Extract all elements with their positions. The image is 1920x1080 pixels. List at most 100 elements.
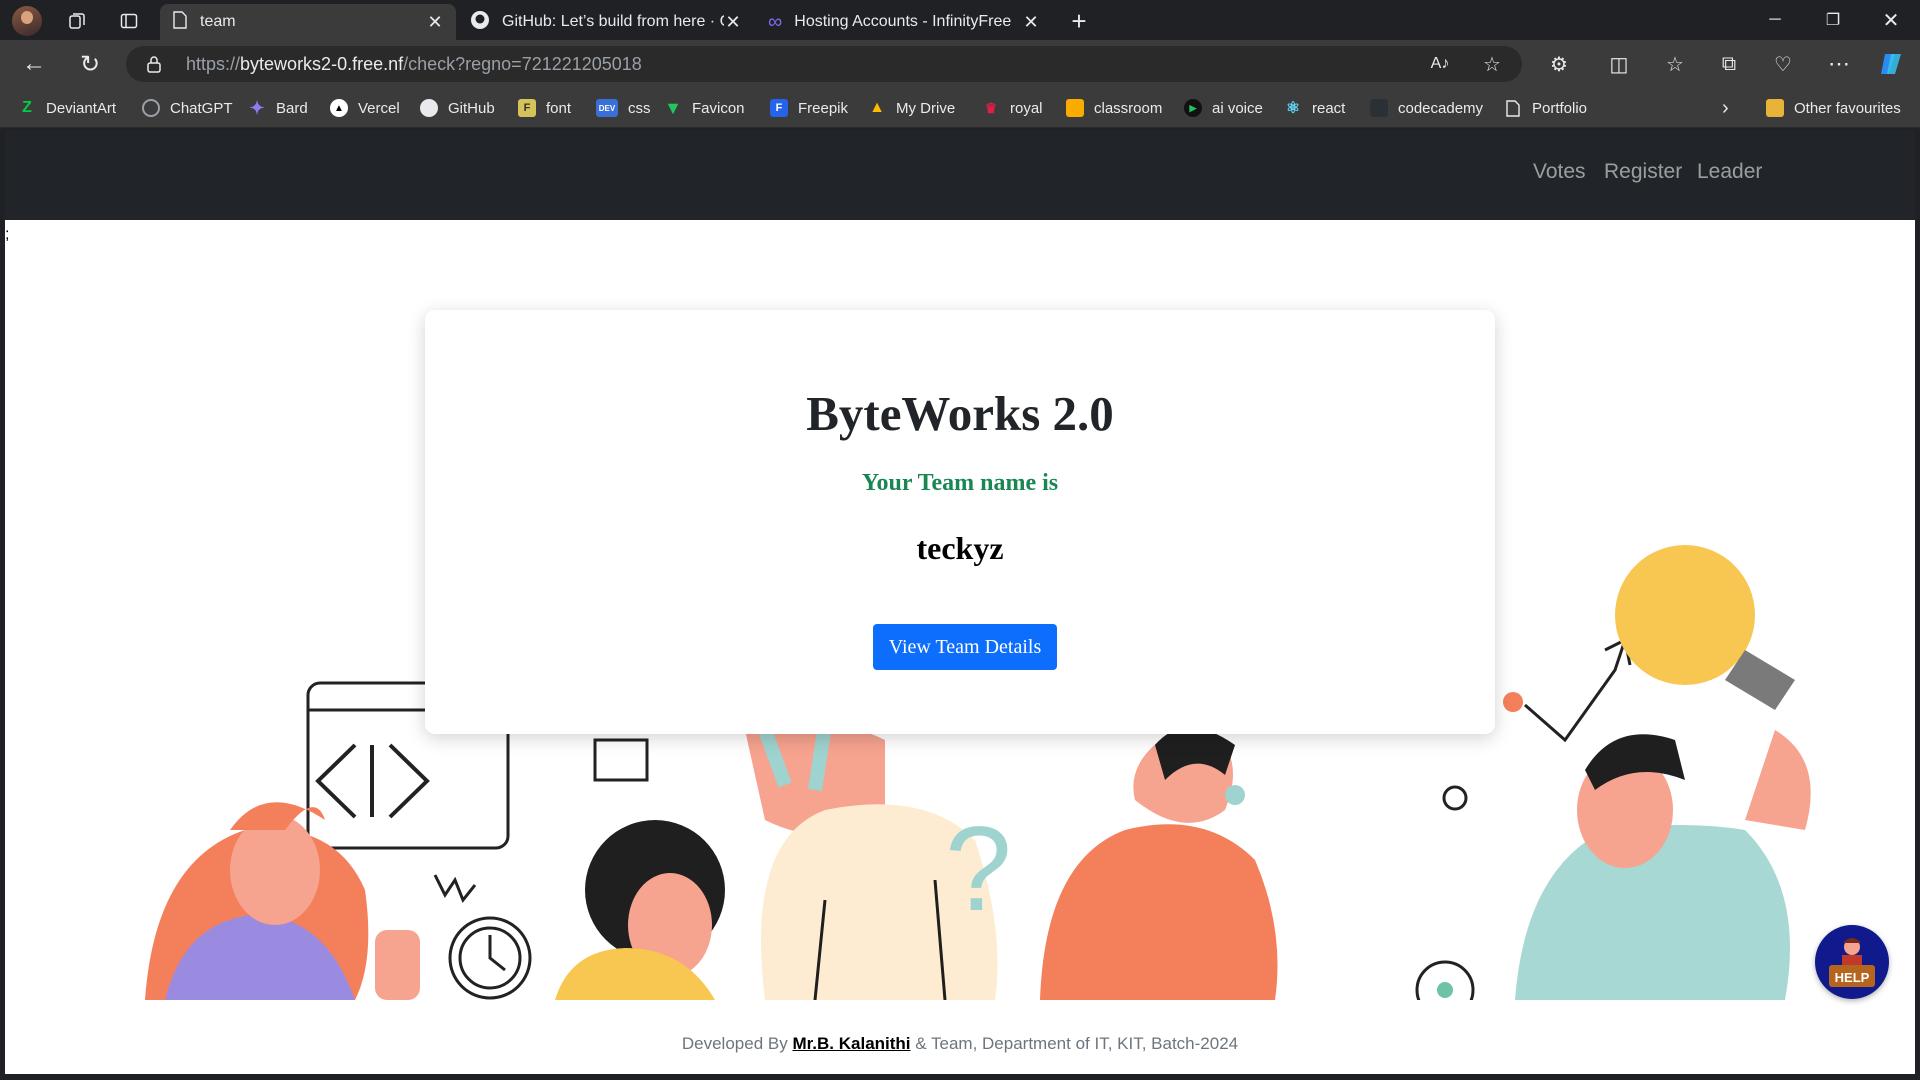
help-label: HELP — [1835, 970, 1870, 985]
bookmark-favicon[interactable]: ▼ Favicon — [664, 96, 744, 120]
bookmark-label: GitHub — [448, 99, 495, 117]
bookmark-royal[interactable]: ♛ royal — [982, 96, 1043, 120]
browser-toolbar: ← ↻ https://byteworks2-0.free.nf/check?r… — [0, 40, 1920, 88]
restore-icon[interactable]: ❐ — [1804, 0, 1862, 40]
deviantart-icon: Z — [22, 99, 32, 116]
gear-icon — [1415, 960, 1475, 1000]
bookmark-chatgpt[interactable]: ChatGPT — [142, 96, 233, 120]
lock-icon[interactable] — [144, 54, 164, 74]
chatgpt-icon — [142, 99, 160, 117]
folder-icon — [1766, 99, 1784, 117]
ai-voice-icon: ▶ — [1184, 99, 1202, 117]
team-name: teckyz — [916, 530, 1004, 566]
team-name-label: Your Team name is — [861, 470, 1059, 496]
read-aloud-icon[interactable]: A♪ — [1428, 52, 1452, 76]
question-mark-icon: ? — [945, 802, 1012, 936]
bookmark-freepik[interactable]: F Freepik — [770, 96, 848, 120]
vercel-icon: ▲ — [330, 99, 348, 117]
collections-icon[interactable]: ⧉ — [1714, 49, 1744, 79]
stopwatch-icon — [433, 874, 532, 1000]
url-text[interactable]: https://byteworks2-0.free.nf/check?regno… — [186, 54, 642, 75]
address-bar[interactable]: https://byteworks2-0.free.nf/check?regno… — [126, 46, 1522, 82]
bookmark-vercel[interactable]: ▲ Vercel — [330, 96, 400, 120]
bookmark-bard[interactable]: ✦ Bard — [248, 96, 308, 120]
bookmark-label: My Drive — [896, 99, 956, 117]
nav-votes[interactable]: Votes — [1533, 160, 1586, 184]
copilot-icon[interactable] — [1876, 49, 1908, 79]
tab-team[interactable]: team ✕ — [160, 4, 456, 40]
person-2-illustration — [555, 820, 725, 1000]
url-path: /check?regno=721221205018 — [403, 54, 642, 74]
bookmark-label: royal — [1010, 99, 1043, 117]
bookmark-label: react — [1312, 99, 1346, 117]
workspaces-icon[interactable] — [62, 6, 92, 36]
bookmark-my-drive[interactable]: ▲ My Drive — [868, 96, 955, 120]
help-button[interactable]: HELP — [1815, 925, 1889, 999]
url-host: byteworks2-0.free.nf — [240, 54, 404, 74]
drive-icon: ▲ — [869, 99, 885, 116]
close-icon[interactable]: ✕ — [426, 12, 444, 33]
bookmark-deviantart[interactable]: Z DeviantArt — [18, 96, 116, 120]
split-screen-icon[interactable]: ◫ — [1604, 49, 1634, 79]
view-team-details-button[interactable]: View Team Details — [873, 624, 1057, 670]
window-close-icon[interactable]: ✕ — [1862, 0, 1920, 40]
minimize-icon[interactable]: ─ — [1746, 0, 1804, 40]
person-5-illustration — [1515, 545, 1811, 1000]
classroom-icon — [1066, 99, 1084, 117]
footer-suffix: & Team, Department of IT, KIT, Batch-202… — [910, 1034, 1239, 1053]
back-arrow-icon[interactable]: ← — [18, 49, 50, 79]
tab-actions-icon[interactable] — [114, 6, 144, 36]
help-desk-icon: HELP — [1829, 938, 1875, 987]
bookmark-font[interactable]: Ffont — [518, 96, 571, 120]
bookmark-css[interactable]: DEV css — [596, 96, 651, 120]
favorites-icon[interactable]: ☆ — [1660, 49, 1690, 79]
bookmark-label: codecademy — [1398, 99, 1484, 117]
stray-text: ; — [5, 226, 10, 243]
tab-github[interactable]: GitHub: Let’s build from here · Gi ✕ — [458, 4, 754, 40]
person-1-illustration — [145, 802, 420, 1000]
more-menu-icon[interactable]: ⋯ — [1824, 49, 1854, 79]
close-icon[interactable]: ✕ — [724, 12, 742, 33]
bookmark-react[interactable]: ⚛ react — [1284, 96, 1346, 120]
codecademy-icon — [1370, 99, 1388, 117]
bookmark-portfolio[interactable]: Portfolio — [1504, 96, 1587, 120]
nav-leader[interactable]: Leader — [1697, 160, 1762, 184]
royal-icon: ♛ — [984, 99, 998, 116]
freepik-icon: F — [770, 99, 788, 117]
bookmark-label: Other favourites — [1794, 99, 1901, 117]
profile-avatar[interactable] — [12, 6, 42, 36]
bookmark-github[interactable]: GitHub — [420, 96, 495, 120]
tab-infinityfree[interactable]: ∞ Hosting Accounts - InfinityFree ✕ — [756, 4, 1052, 40]
bookmark-label: ai voice — [1212, 99, 1263, 117]
bookmark-codecademy[interactable]: codecademy — [1370, 96, 1483, 120]
bookmark-label: ChatGPT — [170, 99, 233, 117]
bookmark-label: font — [546, 99, 572, 117]
tab-bar: team ✕ GitHub: Let’s build from here · G… — [0, 0, 1920, 40]
browser-essentials-icon[interactable]: ♡ — [1768, 49, 1798, 79]
new-tab-icon[interactable]: + — [1064, 6, 1094, 36]
site-navbar: Votes Register Leader — [5, 130, 1915, 220]
dev-icon: DEV — [596, 99, 618, 117]
react-icon: ⚛ — [1285, 100, 1301, 117]
footer-prefix: Developed By — [681, 1034, 793, 1053]
bookmark-label: Bard — [276, 99, 308, 117]
web-page: Votes Register Leader ; ? ByteWorks 2.0 … — [5, 130, 1915, 1074]
bookmark-label: Vercel — [358, 99, 400, 117]
nav-register[interactable]: Register — [1604, 160, 1682, 184]
bookmark-ai-voice[interactable]: ▶ ai voice — [1184, 96, 1263, 120]
bookmark-other-favourites[interactable]: Other favourites — [1766, 96, 1901, 120]
page-icon — [172, 10, 188, 34]
font-icon: F — [518, 99, 536, 117]
developer-link[interactable]: Mr.B. Kalanithi — [792, 1034, 910, 1053]
github-icon — [470, 10, 490, 35]
favorite-star-icon[interactable]: ☆ — [1480, 52, 1504, 76]
tab-label: Hosting Accounts - InfinityFree — [794, 13, 1012, 30]
bookmark-label: classroom — [1094, 99, 1163, 117]
chevron-right-icon[interactable]: › — [1722, 96, 1729, 120]
url-scheme: https:// — [186, 54, 241, 74]
extensions-icon[interactable]: ⚙ — [1544, 49, 1574, 79]
refresh-icon[interactable]: ↻ — [74, 49, 106, 79]
bookmark-classroom[interactable]: classroom — [1066, 96, 1162, 120]
close-icon[interactable]: ✕ — [1022, 12, 1040, 33]
card-title: ByteWorks 2.0 — [806, 386, 1114, 441]
